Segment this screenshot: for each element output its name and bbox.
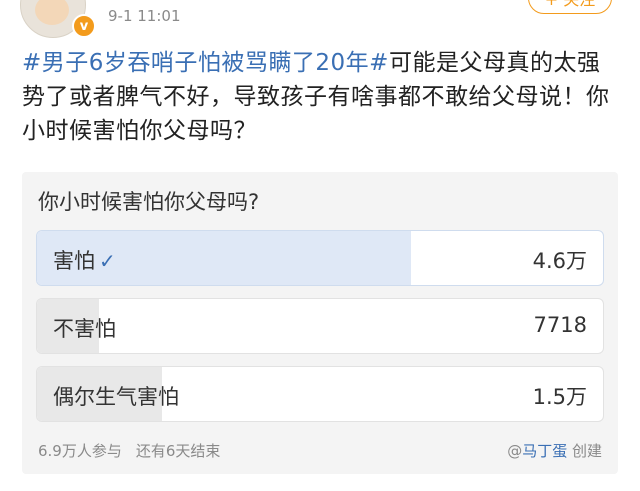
hashtag-link[interactable]: #男子6岁吞哨子怕被骂瞒了20年# [22, 50, 389, 76]
poll-option-sometimes-afraid[interactable]: 偶尔生气害怕 1.5万 [36, 366, 604, 422]
follow-button[interactable]: + 关注 [528, 0, 612, 14]
poll-option-count: 7718 [533, 313, 587, 337]
poll-option-count: 1.5万 [532, 385, 587, 409]
verified-badge-icon: v [72, 14, 96, 38]
poll-option-label: 不害怕 [53, 317, 116, 341]
poll-option-label: 偶尔生气害怕 [53, 385, 179, 409]
poll-option-not-afraid[interactable]: 不害怕 7718 [36, 298, 604, 354]
poll-footer: 6.9万人参与 还有6天结束 [38, 440, 234, 461]
creator-name-link[interactable]: 马丁蛋 [522, 442, 567, 460]
creator-suffix: 创建 [571, 442, 602, 460]
poll-option-afraid[interactable]: 害怕 ✓ 4.6万 [36, 230, 604, 286]
poll-card: 你小时候害怕你父母吗? 害怕 ✓ 4.6万 不害怕 7718 偶尔生气害怕 1.5… [22, 172, 618, 474]
poll-question: 你小时候害怕你父母吗? [38, 190, 260, 214]
poll-option-count: 4.6万 [532, 249, 587, 273]
poll-participants: 6.9万人参与 [38, 442, 122, 460]
poll-creator: @马丁蛋 创建 [507, 440, 602, 461]
post-text: #男子6岁吞哨子怕被骂瞒了20年#可能是父母真的太强势了或者脾气不好，导致孩子有… [22, 46, 622, 148]
post-timestamp: 9-1 11:01 [108, 7, 181, 25]
poll-option-label: 害怕 [53, 249, 95, 273]
creator-prefix: @ [507, 442, 523, 460]
avatar-face [35, 0, 69, 25]
checkmark-icon: ✓ [99, 249, 116, 273]
poll-remaining: 还有6天结束 [135, 442, 221, 460]
